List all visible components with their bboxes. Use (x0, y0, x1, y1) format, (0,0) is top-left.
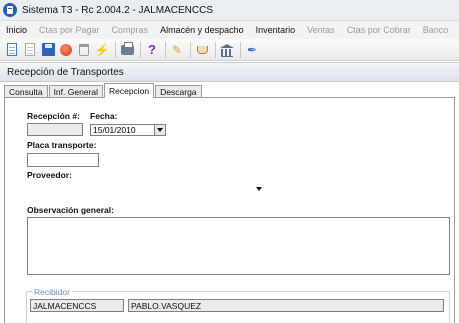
cup-icon (196, 45, 208, 54)
cup-button[interactable] (194, 42, 210, 58)
menu-item-inventario[interactable]: Inventario (250, 25, 302, 35)
menu-item-banco[interactable]: Banco (417, 25, 455, 35)
chevron-down-icon (256, 187, 262, 191)
recibidor-group: Recibidor JALMACENCCS PABLO.VASQUEZ (26, 287, 450, 323)
copy-button[interactable] (22, 42, 38, 58)
toolbar-separator (215, 41, 216, 58)
recepcion-number-label: Recepción #: (27, 111, 80, 121)
bank-button[interactable] (219, 42, 235, 58)
recibidor-name-field[interactable]: PABLO.VASQUEZ (128, 299, 444, 312)
observacion-general-label: Observación general: (27, 205, 114, 215)
chevron-down-icon (157, 128, 163, 132)
toolbar-separator (240, 41, 241, 58)
window-title: Sistema T3 - Rc 2.004.2 - JALMACENCCS (22, 4, 213, 16)
proveedor-dropdown-button[interactable] (254, 184, 264, 194)
new-document-icon (7, 43, 17, 56)
fecha-label: Fecha: (90, 111, 118, 121)
copy-document-icon (25, 43, 35, 56)
process-button[interactable]: ⚡ (94, 42, 110, 58)
main-panel: Recepción de Transportes Consulta Inf. G… (0, 62, 459, 323)
fecha-value: 15/01/2010 (93, 125, 136, 135)
menu-item-ctas-por-cobrar[interactable]: Ctas por Cobrar (341, 25, 417, 35)
clean-button[interactable]: ✎ (169, 42, 185, 58)
recibidor-legend: Recibidor (32, 287, 72, 297)
menu-item-almacen-despacho[interactable]: Almacén y despacho (154, 25, 250, 35)
tab-strip: Consulta Inf. General Recepcion Descarga (4, 83, 203, 98)
tools-button[interactable]: ✒ (244, 42, 260, 58)
delete-icon (79, 43, 89, 56)
toolbar-separator (190, 41, 191, 58)
app-logo-icon (3, 3, 17, 17)
proveedor-label: Proveedor: (27, 170, 72, 180)
placa-transporte-input[interactable] (27, 153, 99, 167)
recepcion-number-field[interactable] (27, 123, 83, 136)
menu-item-ctas-por-pagar[interactable]: Ctas por Pagar (33, 25, 106, 35)
fecha-date-picker[interactable]: 15/01/2010 (90, 124, 166, 136)
print-icon (120, 41, 134, 55)
title-bar: Sistema T3 - Rc 2.004.2 - JALMACENCCS (0, 0, 459, 21)
menu-item-compras[interactable]: Compras (106, 25, 155, 35)
help-button[interactable]: ? (144, 42, 160, 58)
tab-content: Recepción #: Fecha: 15/01/2010 Placa tra… (4, 97, 455, 323)
menu-bar: Inicio Ctas por Pagar Compras Almacén y … (0, 21, 459, 39)
toolbar-separator (165, 41, 166, 58)
recibidor-code-field[interactable]: JALMACENCCS (30, 299, 124, 312)
print-button[interactable] (119, 41, 135, 58)
toolbar: ⚡ ? ✎ ✒ (0, 39, 459, 61)
toolbar-separator (115, 41, 116, 58)
placa-transporte-label: Placa transporte: (27, 140, 97, 150)
save-icon (41, 43, 55, 56)
menu-item-inicio[interactable]: Inicio (0, 25, 33, 35)
tools-icon: ✒ (246, 42, 258, 57)
bank-icon (220, 43, 234, 57)
tab-recepcion[interactable]: Recepcion (103, 83, 155, 98)
panel-title: Recepción de Transportes (0, 62, 459, 82)
delete-button[interactable] (76, 42, 92, 58)
toolbar-separator (140, 41, 141, 58)
observacion-general-textarea[interactable] (27, 217, 450, 275)
record-button[interactable] (58, 42, 74, 58)
menu-item-ventas[interactable]: Ventas (301, 25, 341, 35)
record-icon (60, 43, 72, 56)
fecha-dropdown-button[interactable] (154, 125, 165, 135)
clean-icon: ✎ (171, 42, 183, 57)
process-icon: ⚡ (94, 42, 110, 57)
help-icon: ? (148, 42, 156, 57)
save-button[interactable] (40, 42, 56, 58)
new-button[interactable] (4, 42, 20, 58)
